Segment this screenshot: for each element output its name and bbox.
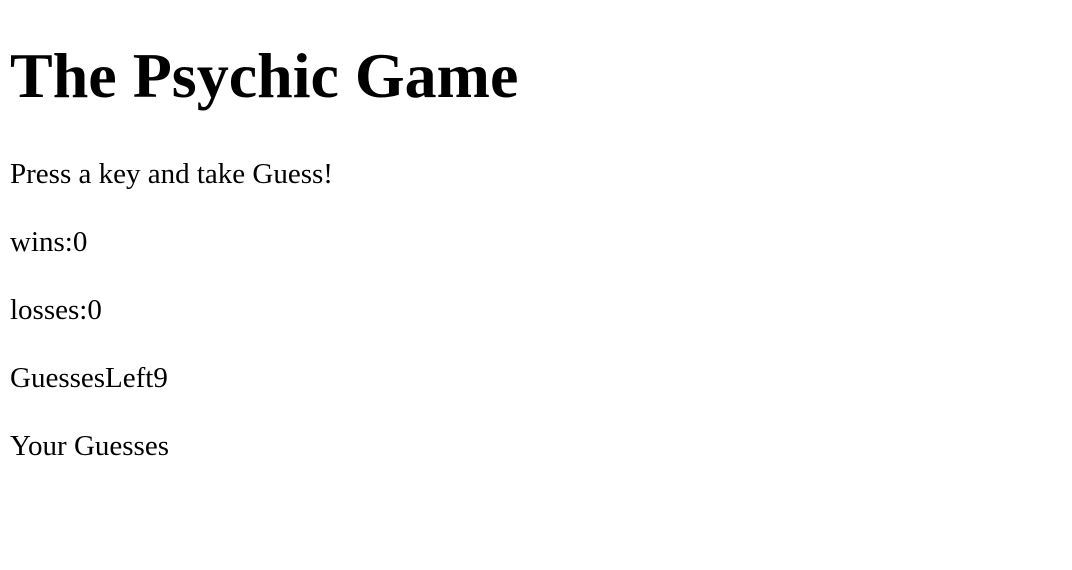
instructions-text: Press a key and take Guess! — [10, 158, 333, 190]
game-page: The Psychic Game Press a key and take Gu… — [0, 0, 1072, 461]
page-title: The Psychic Game — [10, 40, 519, 111]
guesses-left-counter: GuessesLeft9 — [10, 362, 168, 394]
losses-counter: losses:0 — [10, 294, 102, 326]
your-guesses-label: Your Guesses — [10, 430, 169, 462]
wins-counter: wins:0 — [10, 226, 88, 258]
